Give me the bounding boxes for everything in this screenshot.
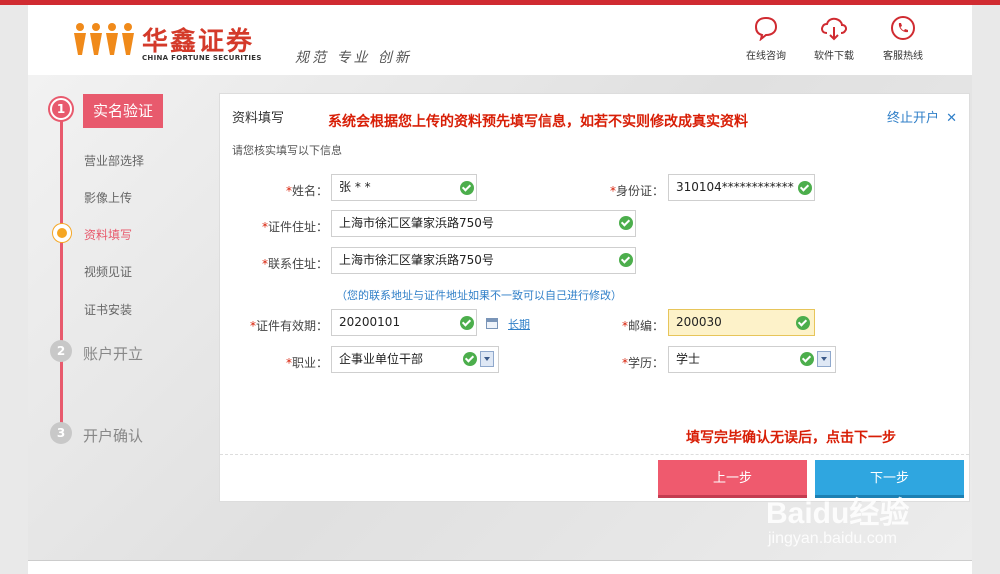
site-header: 华鑫证券 CHINA FORTUNE SECURITIES 规范 专业 创新 在… — [28, 5, 972, 75]
id-valid-check-icon — [798, 181, 812, 195]
step-2-title: 账户开立 — [83, 345, 144, 363]
validity-label: *证件有效期： — [249, 319, 328, 333]
software-download-label: 软件下载 — [814, 51, 854, 62]
step-1-title: 实名验证 — [83, 94, 163, 128]
stop-opening-label: 终止开户 — [886, 111, 939, 126]
current-substep-marker — [53, 224, 71, 242]
stop-opening-link[interactable]: 终止开户 ✕ — [887, 107, 957, 126]
validity-valid-check-icon — [460, 316, 474, 330]
subitem-video-witness[interactable]: 视频见证 — [84, 263, 132, 280]
service-hotline-label: 客服热线 — [883, 51, 923, 62]
logo-figures-icon — [74, 23, 134, 55]
longterm-link[interactable]: 长期 — [508, 316, 530, 332]
step-3-number: 3 — [50, 422, 72, 444]
edu-label: *学历： — [621, 356, 664, 370]
info-fill-panel: 资料填写 系统会根据您上传的资料预先填写信息，如若不实则修改成真实资料 终止开户… — [219, 93, 970, 502]
baidu-watermark-url: jingyan.baidu.com — [768, 530, 897, 547]
id-address-input[interactable]: 上海市徐汇区肇家浜路750号 — [331, 210, 636, 237]
step-2-number: 2 — [50, 340, 72, 362]
name-valid-check-icon — [460, 181, 474, 195]
id-address-valid-check-icon — [619, 216, 633, 230]
subitem-info-fill[interactable]: 资料填写 — [84, 226, 132, 243]
step-1-number: 1 — [50, 98, 72, 120]
name-input[interactable]: 张 * * — [331, 174, 477, 201]
name-label: *姓名： — [285, 184, 328, 198]
postcode-valid-check-icon — [796, 316, 810, 330]
contact-address-label: *联系住址： — [261, 257, 328, 271]
progress-sidebar: 1 实名验证 营业部选择 影像上传 资料填写 视频见证 证书安装 2 账户开立 … — [50, 92, 220, 462]
brand-name-cn: 华鑫证券 — [142, 27, 255, 57]
brand-name-en: CHINA FORTUNE SECURITIES — [142, 54, 262, 62]
calendar-icon[interactable] — [486, 318, 498, 329]
postcode-label: *邮编： — [621, 319, 664, 333]
subitem-branch-select[interactable]: 营业部选择 — [84, 152, 144, 169]
phone-icon — [891, 16, 915, 40]
job-label: *职业： — [285, 356, 328, 370]
chat-bubble-icon — [754, 16, 778, 41]
bottom-annotation: 填写完毕确认无误后，点击下一步 — [686, 430, 896, 446]
online-consult-link[interactable]: 在线咨询 — [736, 15, 796, 62]
edu-valid-check-icon — [800, 352, 814, 366]
contact-address-valid-check-icon — [619, 253, 633, 267]
postcode-input[interactable]: 200030 — [668, 309, 815, 336]
form-divider — [220, 454, 969, 455]
id-number-input[interactable]: 310104************ — [668, 174, 815, 201]
subitem-cert-install[interactable]: 证书安装 — [84, 301, 132, 318]
page-footer — [28, 560, 972, 574]
panel-title: 资料填写 — [232, 111, 285, 126]
close-icon: ✕ — [946, 111, 957, 126]
contact-address-input[interactable]: 上海市徐汇区肇家浜路750号 — [331, 247, 636, 274]
top-annotation: 系统会根据您上传的资料预先填写信息，如若不实则修改成真实资料 — [328, 114, 748, 130]
cloud-download-icon — [821, 17, 847, 41]
address-hint: （您的联系地址与证件地址如果不一致可以自己进行修改） — [336, 289, 622, 302]
service-hotline-link[interactable]: 客服热线 — [873, 15, 933, 62]
panel-subtitle: 请您核实填写以下信息 — [232, 144, 342, 157]
job-dropdown-icon[interactable] — [480, 351, 494, 367]
progress-line — [60, 112, 63, 442]
id-label: *身份证： — [609, 184, 664, 198]
step-3-title: 开户确认 — [83, 427, 144, 445]
id-address-label: *证件住址： — [261, 220, 328, 234]
brand-slogan: 规范 专业 创新 — [295, 50, 412, 66]
baidu-watermark-logo: Baidu经验 — [766, 497, 910, 530]
online-consult-label: 在线咨询 — [746, 51, 786, 62]
software-download-link[interactable]: 软件下载 — [804, 15, 864, 62]
edu-dropdown-icon[interactable] — [817, 351, 831, 367]
validity-input[interactable]: 20200101 — [331, 309, 477, 336]
subitem-image-upload[interactable]: 影像上传 — [84, 189, 132, 206]
job-valid-check-icon — [463, 352, 477, 366]
